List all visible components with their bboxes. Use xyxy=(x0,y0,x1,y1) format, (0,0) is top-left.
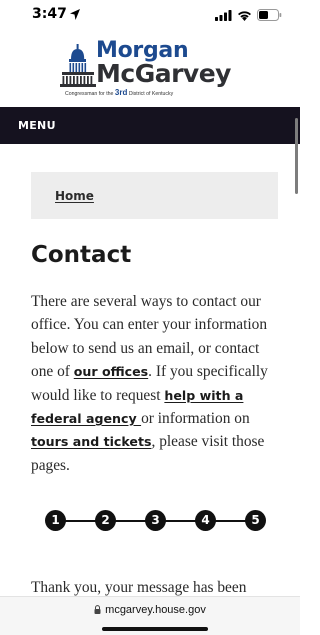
status-bar: 3:47 xyxy=(0,0,300,30)
step-3: 3 xyxy=(145,510,166,531)
step-1: 1 xyxy=(45,510,66,531)
url-display[interactable]: mcgarvey.house.gov xyxy=(0,604,300,616)
breadcrumb: Home xyxy=(31,172,278,219)
breadcrumb-home-link[interactable]: Home xyxy=(55,189,94,203)
site-logo[interactable]: Morgan McGarvey Congressman for the 3rd … xyxy=(60,40,250,98)
step-4: 4 xyxy=(195,510,216,531)
location-arrow-icon xyxy=(70,9,80,20)
logo-last-name: McGarvey xyxy=(96,59,231,88)
tagline-pre: Congressman for the xyxy=(65,91,114,97)
signal-icon xyxy=(215,9,232,21)
page-title: Contact xyxy=(31,242,132,268)
our-offices-link[interactable]: our offices xyxy=(74,364,148,379)
scrollbar-thumb[interactable] xyxy=(295,118,298,194)
tagline-district: 3rd xyxy=(114,88,128,97)
thank-you-message: Thank you, your message has been xyxy=(31,579,247,596)
battery-icon xyxy=(257,9,282,21)
lock-icon xyxy=(94,605,101,614)
wifi-icon xyxy=(238,10,251,21)
url-text: mcgarvey.house.gov xyxy=(105,604,206,616)
menu-button[interactable]: MENU xyxy=(18,119,56,132)
status-icons xyxy=(215,8,282,22)
intro-text-3: or information on xyxy=(141,410,250,428)
status-time: 3:47 xyxy=(32,6,67,22)
intro-paragraph: There are several ways to contact our of… xyxy=(31,290,281,477)
capitol-dome-icon xyxy=(60,44,96,87)
step-5: 5 xyxy=(245,510,266,531)
logo-tagline: Congressman for the 3rd District of Kent… xyxy=(65,88,173,97)
form-step-indicator: 1 2 3 4 5 xyxy=(45,510,269,532)
tours-tickets-link[interactable]: tours and tickets xyxy=(31,434,152,449)
tagline-post: District of Kentucky xyxy=(128,91,174,97)
home-indicator xyxy=(102,627,208,631)
step-2: 2 xyxy=(95,510,116,531)
browser-url-bar[interactable]: mcgarvey.house.gov xyxy=(0,596,300,635)
site-header: Morgan McGarvey Congressman for the 3rd … xyxy=(0,30,300,106)
menu-bar: MENU xyxy=(0,107,300,144)
